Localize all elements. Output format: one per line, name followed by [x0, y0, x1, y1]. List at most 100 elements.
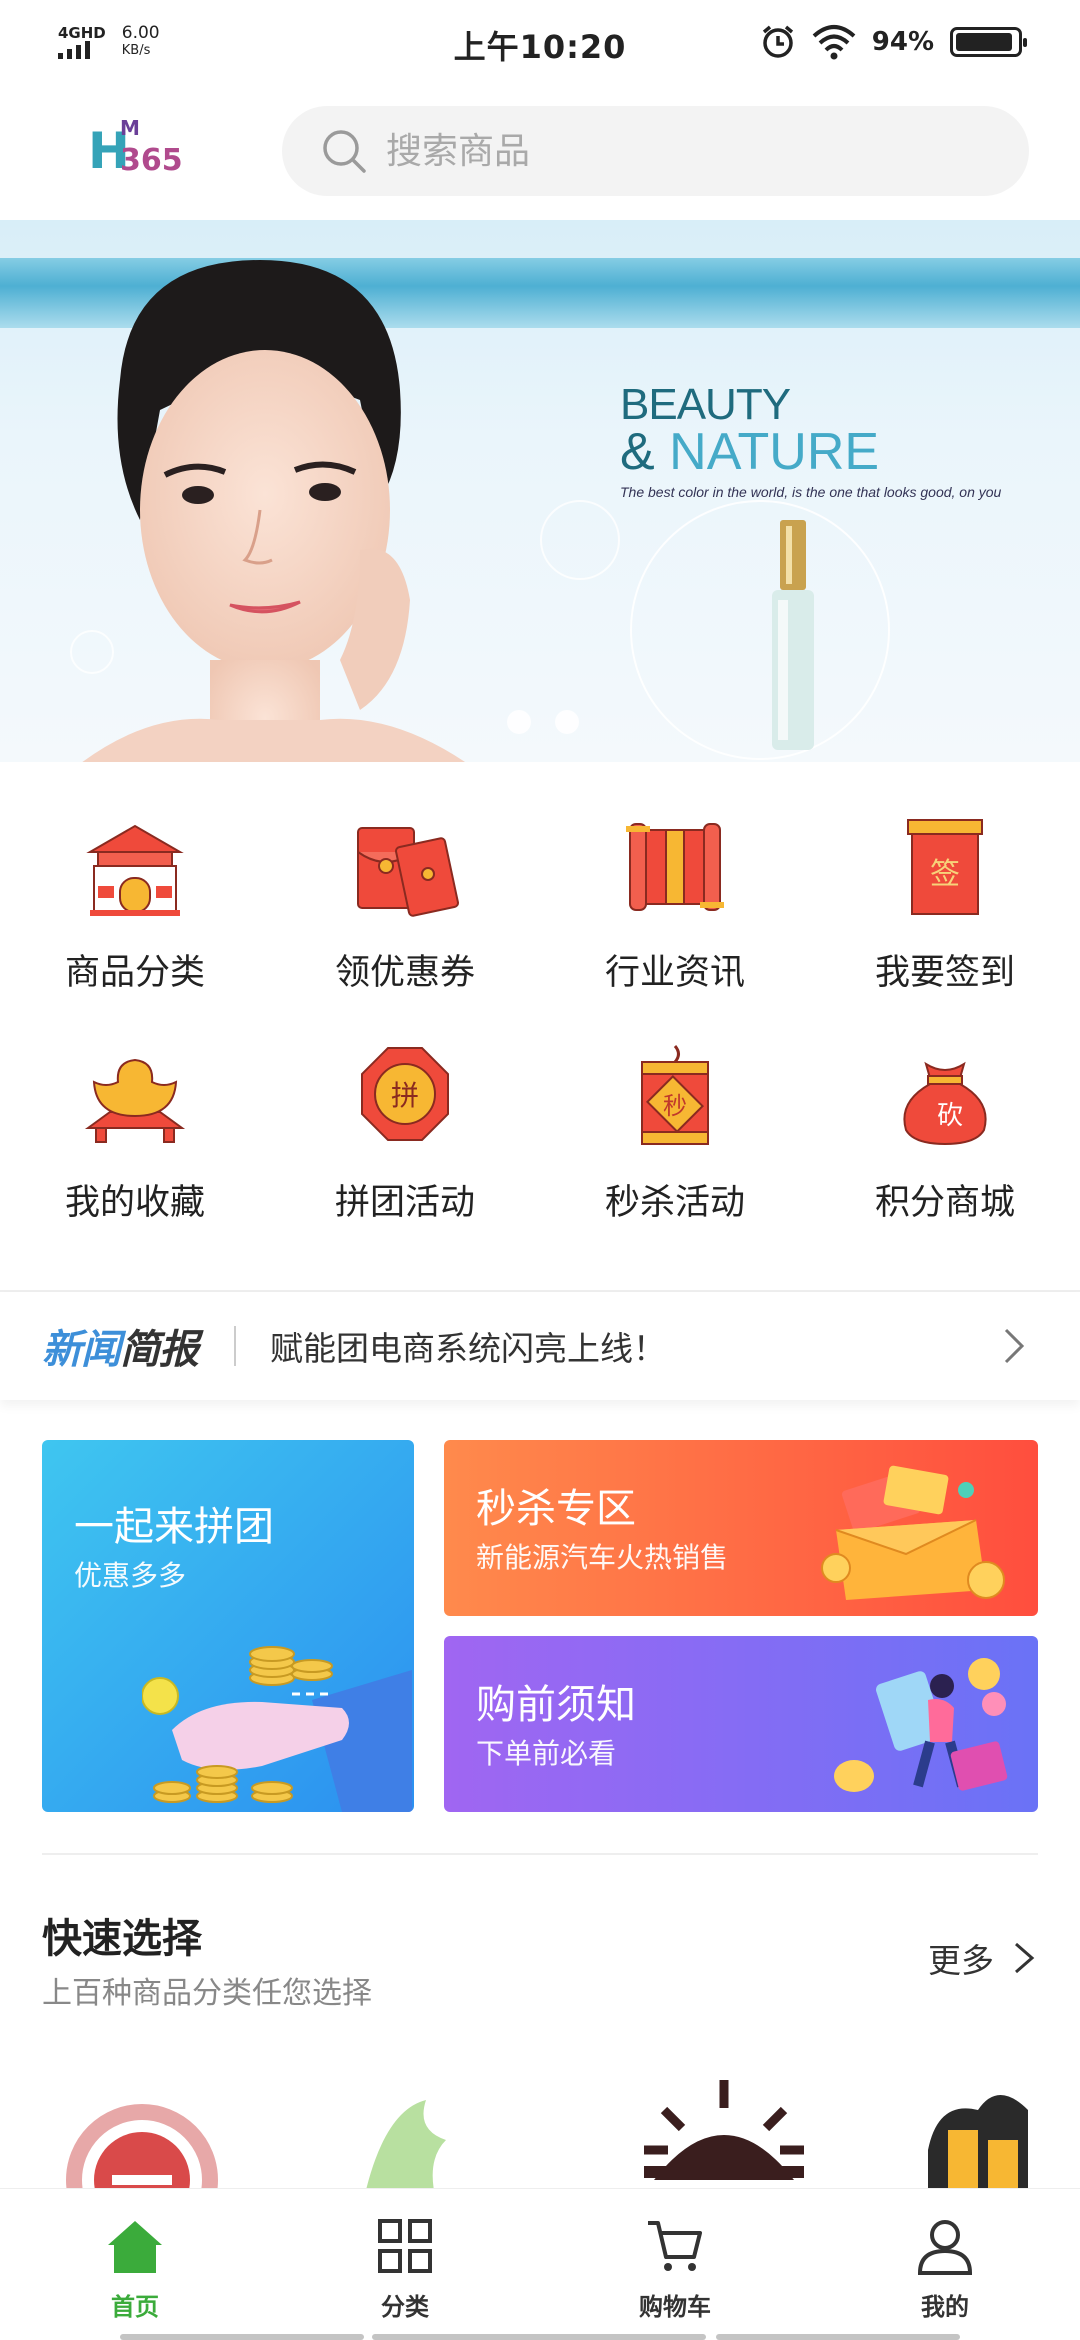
flash-sale-drum-icon: 秒 [641, 1045, 709, 1145]
quick-select-list [42, 2070, 1042, 2188]
user-icon [917, 2220, 973, 2275]
carousel-dots[interactable] [507, 710, 579, 734]
quick-select-item[interactable] [918, 2070, 1042, 2188]
grid-item-points-mall[interactable]: 砍 积分商城 [810, 1030, 1080, 1260]
shopper-illustration [834, 1658, 1008, 1792]
news-logo-part1: 新闻 [42, 1327, 121, 1373]
coins-hand-illustration [142, 1646, 412, 1812]
gesture-bar [372, 2334, 706, 2340]
news-ticker[interactable]: 新闻简报 赋能团电商系统闪亮上线！ [0, 1292, 1080, 1400]
search-input[interactable] [386, 130, 946, 172]
gold-ingot-icon [84, 1058, 186, 1143]
feature-grid: 商品分类 领优惠券 行业资讯 签 我要签到 我的收藏 拼 拼团活动 秒 秒杀活动… [0, 800, 1080, 1260]
grid-item-label: 领优惠券 [334, 953, 475, 993]
banner-brand-text: BEAUTY & NATURE The best color in the wo… [620, 380, 1001, 500]
promo-title: 购前须知 [476, 1682, 636, 1728]
group-badge-char: 拼 [391, 1079, 419, 1112]
bottom-tab-bar: 首页 分类 购物车 我的 [0, 2188, 1080, 2340]
news-separator [234, 1326, 236, 1366]
section-divider [42, 1853, 1038, 1855]
grid-item-label: 行业资讯 [604, 953, 745, 993]
banner-title-line2: & NATURE [620, 422, 1001, 482]
promo-card-purchase-notice[interactable]: 购前须知 下单前必看 [444, 1636, 1038, 1812]
group-badge-icon: 拼 [361, 1047, 449, 1141]
grid-item-coupon[interactable]: 领优惠券 [270, 800, 540, 1030]
gesture-bar [716, 2334, 960, 2340]
grid-item-news[interactable]: 行业资讯 [540, 800, 810, 1030]
home-icon [108, 2221, 162, 2273]
temple-icon [86, 824, 184, 916]
grid-item-group-buy[interactable]: 拼 拼团活动 [270, 1030, 540, 1260]
quick-select-title: 快速选择 [42, 1916, 202, 1962]
grid-item-flash-sale[interactable]: 秒 秒杀活动 [540, 1030, 810, 1260]
logo-letter-m: M [120, 116, 140, 140]
money-bag-icon: 砍 [903, 1061, 987, 1146]
grid-item-label: 秒杀活动 [604, 1183, 745, 1223]
news-logo: 新闻简报 [42, 1317, 199, 1375]
grid-item-label: 我的收藏 [64, 1183, 205, 1223]
quick-select-item[interactable] [634, 2070, 874, 2188]
quick-select-subtitle: 上百种商品分类任您选择 [42, 1976, 372, 2011]
tab-cart[interactable]: 购物车 [540, 2189, 810, 2340]
logo-number: 365 [120, 143, 183, 178]
banner-bubble [540, 500, 620, 580]
tab-home[interactable]: 首页 [0, 2189, 270, 2340]
red-envelope-icon [357, 827, 459, 917]
tab-label: 分类 [381, 2293, 429, 2321]
carousel-dot[interactable] [555, 710, 579, 734]
quick-select-item[interactable] [42, 2070, 282, 2188]
grid-item-label: 商品分类 [64, 953, 205, 993]
banner-product-bottle [772, 520, 814, 750]
promo-subtitle: 下单前必看 [476, 1737, 617, 1770]
battery-fill [956, 33, 1013, 51]
search-bar[interactable] [282, 106, 1029, 196]
grid-item-label: 拼团活动 [334, 1183, 475, 1223]
scroll-icon [626, 823, 724, 911]
banner-model-image [82, 260, 466, 762]
header: H M 365 [0, 100, 1080, 200]
banner-carousel[interactable]: BEAUTY & NATURE The best color in the wo… [0, 220, 1080, 762]
gift-box-illustration [821, 1465, 1005, 1600]
quick-select-more-link[interactable]: 更多 [928, 1934, 1038, 1982]
grid-item-checkin[interactable]: 签 我要签到 [810, 800, 1080, 1030]
tab-category[interactable]: 分类 [270, 2189, 540, 2340]
money-bag-char: 砍 [937, 1101, 963, 1131]
banner-title-word: NATURE [669, 423, 880, 481]
tab-profile[interactable]: 我的 [810, 2189, 1080, 2340]
banner-tagline: The best color in the world, is the one … [620, 484, 1002, 500]
tab-label: 我的 [921, 2293, 969, 2321]
more-label: 更多 [928, 1941, 994, 1980]
promo-subtitle: 新能源汽车火热销售 [476, 1541, 729, 1574]
tab-label: 首页 [111, 2293, 159, 2321]
banner-ampersand: & [620, 423, 655, 481]
news-headline[interactable]: 赋能团电商系统闪亮上线！ [270, 1322, 994, 1370]
clock: 上午10:20 [453, 28, 627, 66]
search-icon [323, 130, 366, 173]
gesture-bar [120, 2334, 364, 2340]
chevron-right-icon[interactable] [994, 1326, 1034, 1366]
status-bar: 4GHD 6.00 KB/s 上午10:20 94% [0, 0, 1080, 84]
sign-in-tag-icon: 签 [907, 819, 983, 915]
banner-bubble [70, 630, 114, 674]
battery-icon [950, 27, 1027, 57]
news-logo-part2: 简报 [120, 1327, 199, 1373]
promo-title: 一起来拼团 [74, 1504, 274, 1550]
grid-icon [378, 2219, 432, 2273]
sign-in-tag-char: 签 [930, 857, 960, 892]
promo-section: 一起来拼团 优惠多多 秒杀专区 新能源汽车火热销售 购前须知 下单前必看 [42, 1440, 1038, 1812]
promo-card-group-buy[interactable]: 一起来拼团 优惠多多 [42, 1440, 414, 1812]
app-logo[interactable]: H M 365 [88, 116, 188, 186]
flash-sale-char: 秒 [663, 1092, 687, 1120]
carousel-dot[interactable] [507, 710, 531, 734]
promo-title: 秒杀专区 [476, 1486, 636, 1532]
tab-label: 购物车 [639, 2293, 711, 2321]
cart-icon [648, 2221, 702, 2271]
grid-item-category[interactable]: 商品分类 [0, 800, 270, 1030]
grid-item-label: 积分商城 [874, 1183, 1015, 1223]
grid-item-label: 我要签到 [874, 953, 1015, 993]
chevron-right-icon [1015, 1942, 1035, 1974]
quick-select-item[interactable] [296, 2070, 536, 2188]
promo-subtitle: 优惠多多 [74, 1559, 187, 1592]
grid-item-favorites[interactable]: 我的收藏 [0, 1030, 270, 1260]
promo-card-flash-sale[interactable]: 秒杀专区 新能源汽车火热销售 [444, 1440, 1038, 1616]
